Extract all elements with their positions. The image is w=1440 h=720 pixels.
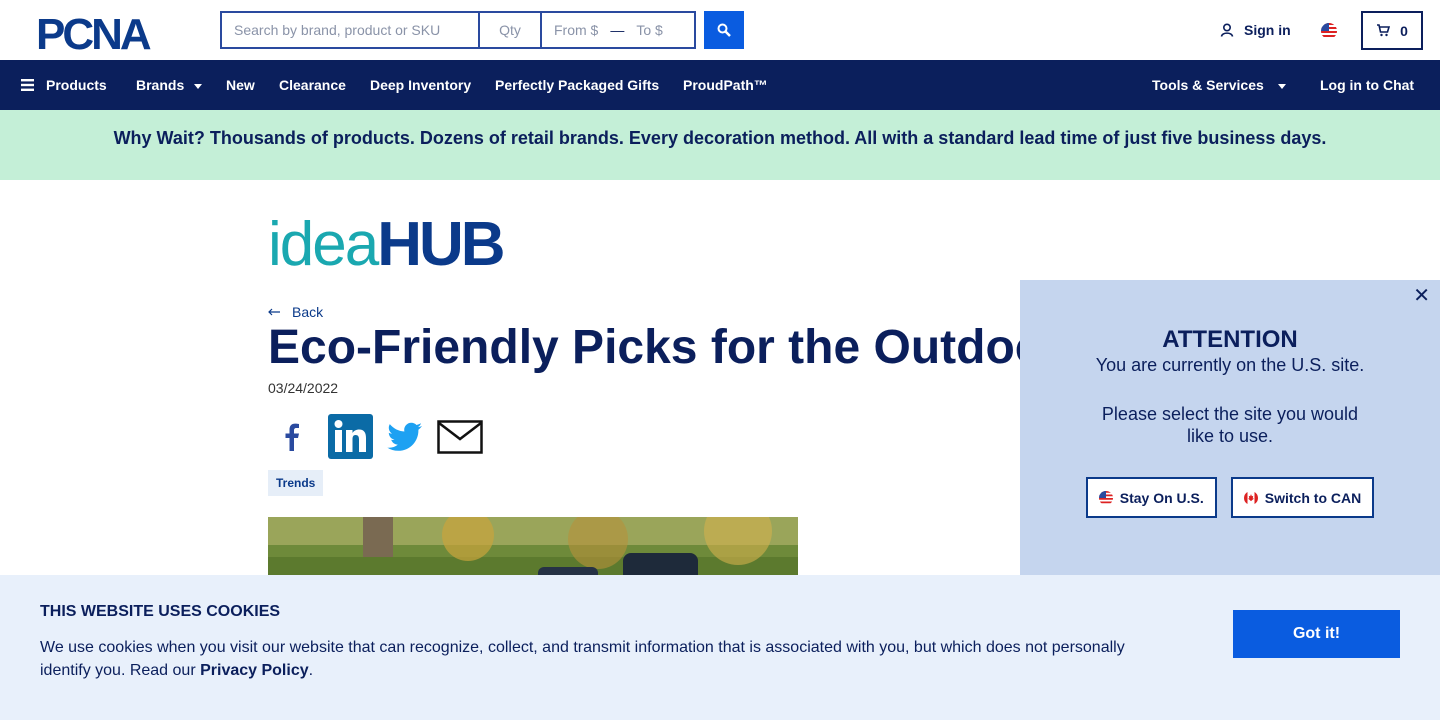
close-icon[interactable]: ✕	[1413, 286, 1430, 306]
price-range-input[interactable]: From $ — To $	[540, 11, 696, 49]
facebook-icon[interactable]	[270, 415, 314, 459]
tag-badge[interactable]: Trends	[268, 470, 324, 496]
cart-icon	[1377, 24, 1391, 37]
ideahub-logo: ideaHUB	[268, 214, 506, 276]
nav-chat-label: Log in to Chat	[1320, 77, 1415, 93]
hamburger-icon	[21, 79, 34, 91]
nav-deep-inventory-label: Deep Inventory	[370, 77, 472, 93]
cookie-banner: THIS WEBSITE USES COOKIES We use cookies…	[0, 575, 1440, 720]
site-select-popup: ✕ ATTENTION You are currently on the U.S…	[1020, 280, 1440, 580]
sign-in-label: Sign in	[1244, 22, 1291, 38]
cookie-heading: THIS WEBSITE USES COOKIES	[40, 603, 281, 620]
article-title: Eco-Friendly Picks for the Outdoors	[268, 321, 1028, 374]
nav-products[interactable]: Products	[21, 60, 107, 110]
back-label: Back	[292, 304, 324, 320]
ideahub-logo-hub: HUB	[377, 210, 505, 279]
cookie-text: We use cookies when you visit our websit…	[40, 636, 1160, 682]
popup-line-select: Please select the site you would like to…	[1101, 404, 1359, 446]
arrow-left-icon	[268, 308, 280, 316]
switch-can-button[interactable]: Switch to CAN	[1230, 477, 1375, 518]
pcna-logo[interactable]: PCNA	[36, 10, 186, 59]
nav-tools[interactable]: Tools & Services	[1152, 60, 1286, 110]
stay-us-button[interactable]: Stay On U.S.	[1085, 477, 1217, 518]
nav-proudpath-label: ProudPath™	[683, 77, 768, 93]
top-header: PCNA Search by brand, product or SKU Qty…	[0, 0, 1440, 60]
search-bar: Search by brand, product or SKU Qty From…	[220, 11, 744, 49]
search-button[interactable]	[704, 11, 744, 49]
sign-in-link[interactable]: Sign in	[1220, 22, 1291, 38]
popup-line-current-site: You are currently on the U.S. site.	[1095, 355, 1365, 375]
cookie-suffix: .	[308, 662, 314, 679]
article-date: 03/24/2022	[268, 380, 339, 396]
canada-flag-icon	[1243, 490, 1258, 505]
switch-can-label: Switch to CAN	[1264, 489, 1362, 506]
nav-gifts[interactable]: Perfectly Packaged Gifts	[495, 60, 659, 110]
back-link[interactable]: Back	[268, 304, 323, 320]
us-flag-icon[interactable]	[1321, 23, 1337, 39]
nav-brands[interactable]: Brands	[136, 60, 203, 110]
cart-button[interactable]: 0	[1361, 11, 1423, 50]
nav-clearance[interactable]: Clearance	[279, 60, 346, 110]
user-icon	[1220, 23, 1234, 37]
nav-deep-inventory[interactable]: Deep Inventory	[370, 60, 471, 110]
cart-count: 0	[1400, 22, 1408, 39]
privacy-policy-link[interactable]: Privacy Policy	[200, 662, 309, 679]
chevron-down-icon	[194, 83, 203, 89]
nav-chat[interactable]: Log in to Chat	[1320, 60, 1414, 110]
share-icons	[270, 414, 483, 459]
cookie-accept-button[interactable]: Got it!	[1233, 610, 1400, 658]
nav-clearance-label: Clearance	[279, 77, 346, 93]
nav-proudpath[interactable]: ProudPath™	[683, 60, 768, 110]
promo-banner-text: Why Wait? Thousands of products. Dozens …	[113, 128, 1327, 148]
nav-brands-label: Brands	[136, 77, 185, 93]
nav-new[interactable]: New	[226, 60, 255, 110]
stay-us-label: Stay On U.S.	[1119, 489, 1204, 506]
nav-products-label: Products	[46, 77, 107, 93]
price-from-input[interactable]: From $	[554, 22, 598, 38]
us-flag-icon	[1098, 490, 1113, 505]
qty-input[interactable]: Qty	[478, 11, 540, 49]
email-icon[interactable]	[437, 419, 483, 454]
search-icon	[717, 23, 731, 37]
popup-buttons: Stay On U.S. Switch to CAN	[1020, 477, 1440, 518]
linkedin-icon[interactable]	[328, 414, 373, 459]
popup-heading: ATTENTION	[1162, 326, 1298, 353]
twitter-icon[interactable]	[387, 422, 423, 452]
price-to-input[interactable]: To $	[636, 22, 662, 38]
svg-text:PCNA: PCNA	[36, 12, 151, 52]
nav-tools-label: Tools & Services	[1152, 77, 1264, 93]
nav-new-label: New	[226, 77, 255, 93]
chevron-down-icon	[1277, 83, 1286, 89]
promo-banner: Why Wait? Thousands of products. Dozens …	[0, 110, 1440, 180]
main-nav: Products Brands New Clearance Deep Inven…	[0, 60, 1440, 110]
ideahub-logo-idea: idea	[268, 210, 379, 279]
range-dash: —	[610, 22, 625, 38]
search-input[interactable]: Search by brand, product or SKU	[220, 11, 478, 49]
nav-gifts-label: Perfectly Packaged Gifts	[495, 77, 660, 93]
